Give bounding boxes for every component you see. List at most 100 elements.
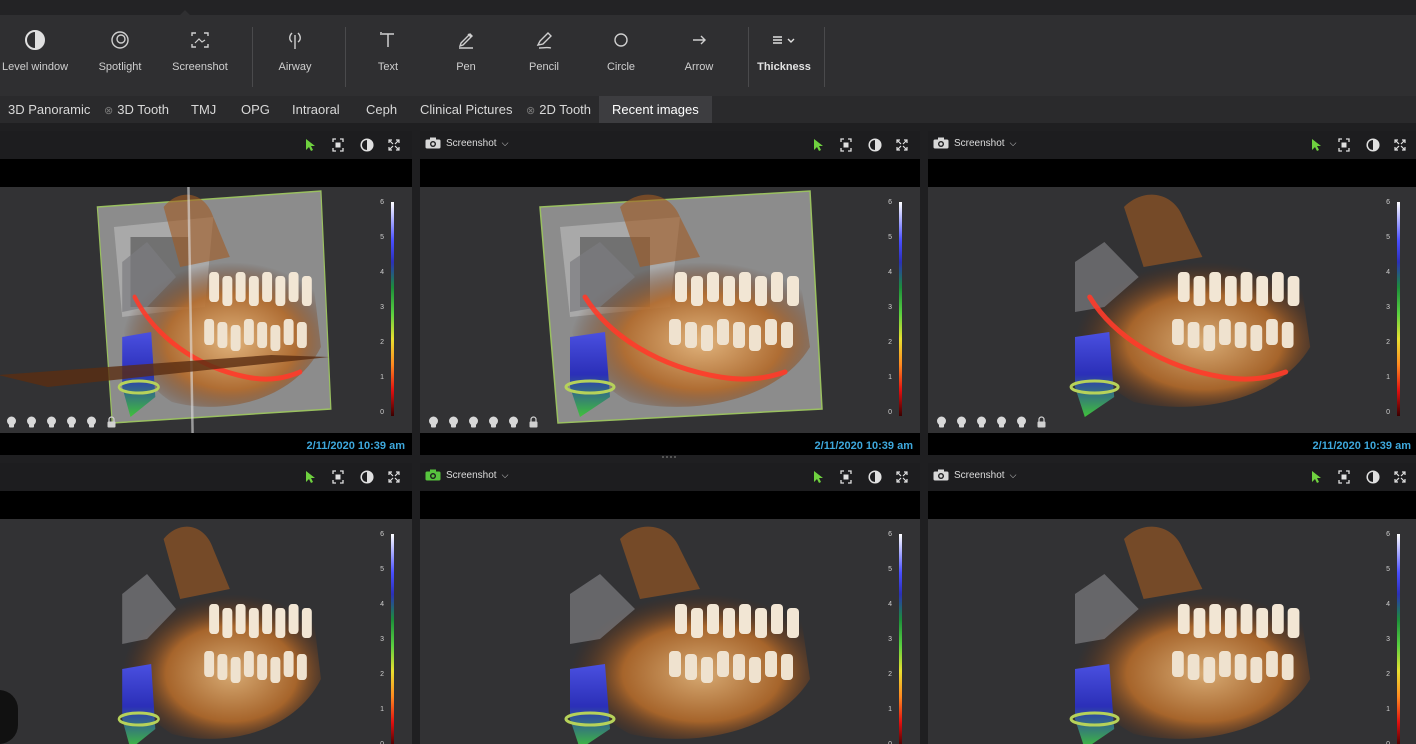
tab-2d-tooth[interactable]: ⊗ 2D Tooth [526,96,591,123]
skull-front-icon[interactable] [428,415,439,428]
screenshot-dropdown[interactable]: Screenshot ⌵ [425,137,508,149]
tab-ceph[interactable]: Ceph [366,96,397,123]
contrast-icon[interactable] [868,470,882,484]
skull-icon[interactable] [956,415,967,428]
render-scene[interactable]: 6543210 [928,519,1416,744]
spotlight-tool[interactable]: Spotlight [90,15,150,96]
viewport-panel[interactable]: Screenshot ⌵ 6 5 4 3 2 1 0 2/11/2020 10:39 am [420,131,920,455]
cursor-icon[interactable] [304,470,316,484]
thickness-icon [769,25,799,55]
skull-side-right-icon[interactable] [488,415,499,428]
fit-icon[interactable] [840,138,852,152]
cursor-icon[interactable] [304,138,316,152]
pencil-tool[interactable]: Pencil [522,15,566,96]
tab-clinical-pictures[interactable]: Clinical Pictures [420,96,512,123]
expand-icon[interactable] [896,470,908,484]
arrow-tool[interactable]: Arrow [678,15,720,96]
skull-side-icon[interactable] [468,415,479,428]
level-window-tool[interactable]: Level window [0,15,70,96]
render-scene[interactable]: 6543210 [928,187,1416,433]
fit-icon[interactable] [1338,470,1350,484]
render-scene[interactable]: 6543210 [0,519,412,744]
fit-icon[interactable] [332,138,344,152]
tab-recent-images[interactable]: Recent images [599,96,712,123]
contrast-icon[interactable] [1366,138,1380,152]
camera-icon [933,469,949,481]
tab-tmj[interactable]: TMJ [191,96,216,123]
disabled-icon: ⊗ [526,105,536,117]
camera-icon [933,137,949,149]
thickness-dropdown[interactable]: Thickness [757,15,811,96]
screenshot-tool[interactable]: Screenshot [168,15,232,96]
skull-side-right-icon[interactable] [66,415,77,428]
tab-opg[interactable]: OPG [241,96,270,123]
title-strip [0,0,1416,15]
tab-intraoral[interactable]: Intraoral [292,96,340,123]
cursor-icon[interactable] [812,138,824,152]
circle-tool[interactable]: Circle [600,15,642,96]
skull-side-icon[interactable] [976,415,987,428]
toolbar-separator [252,27,253,87]
view-presets [936,415,1047,428]
intensity-colorbar: 6543210 [884,531,902,744]
tab-3d-panoramic[interactable]: 3D Panoramic [8,96,90,123]
expand-icon[interactable] [388,470,400,484]
viewport-panel[interactable]: Screenshot ⌵ 6 5 4 3 2 1 0 2/11/2020 10:39 am [928,131,1416,455]
skull-side-icon[interactable] [46,415,57,428]
fit-icon[interactable] [332,470,344,484]
colorbar-tick: 6 [888,199,892,206]
contrast-icon[interactable] [360,138,374,152]
pen-tool[interactable]: Pen [446,15,486,96]
screenshot-dropdown[interactable]: Screenshot ⌵ [425,469,508,481]
render-scene[interactable]: 6543210 [420,187,920,433]
cursor-icon[interactable] [1310,470,1322,484]
text-tool[interactable]: Text [368,15,408,96]
contrast-icon[interactable] [360,470,374,484]
expand-icon[interactable] [388,138,400,152]
tab-label: TMJ [191,102,217,117]
viewport-panel[interactable]: Screenshot⌵ 6543210 [420,463,920,744]
panel-header: Screenshot ⌵ [420,463,920,491]
contrast-icon[interactable] [1366,470,1380,484]
skull-top-icon[interactable] [1016,415,1027,428]
splitter-grip[interactable] [662,456,676,458]
skull-front-icon[interactable] [936,415,947,428]
skull-top-icon[interactable] [86,415,97,428]
render-scene[interactable]: 6543210 [420,519,920,744]
skull-front-icon[interactable] [6,415,17,428]
tab-3d-tooth[interactable]: ⊗ 3D Tooth [104,96,169,123]
skull-side-right-icon[interactable] [996,415,1007,428]
tab-label: 3D Tooth [117,102,170,117]
expand-icon[interactable] [896,138,908,152]
airway-tool[interactable]: Airway [270,15,320,96]
skull-icon[interactable] [448,415,459,428]
screenshot-dropdown[interactable]: Screenshot ⌵ [933,137,1016,149]
viewport-panel[interactable]: 6543210 [0,463,412,744]
skull-icon[interactable] [26,415,37,428]
fit-icon[interactable] [1338,138,1350,152]
expand-icon[interactable] [1394,470,1406,484]
panel-tools [1310,470,1406,484]
intensity-colorbar: 6543210 [1382,531,1400,744]
contrast-icon[interactable] [868,138,882,152]
fit-icon[interactable] [840,470,852,484]
skull-top-icon[interactable] [508,415,519,428]
colorbar-tick: 4 [888,601,892,608]
viewport-panel[interactable]: Screenshot⌵ 6543210 [928,463,1416,744]
screenshot-dropdown[interactable]: Screenshot ⌵ [933,469,1016,481]
cursor-icon[interactable] [1310,138,1322,152]
tool-label: Pencil [529,61,559,73]
toolbar-separator [345,27,346,87]
lock-icon[interactable] [528,415,539,428]
expand-icon[interactable] [1394,138,1406,152]
view-tabs: 3D Panoramic ⊗ 3D Tooth TMJ OPG Intraoral… [0,96,1416,123]
colorbar-tick: 2 [1386,671,1390,678]
lock-icon[interactable] [106,415,117,428]
render-scene[interactable]: 6543210 [0,187,412,433]
viewport-panel[interactable]: 6 5 4 3 2 1 0 2/11/2020 10:39 am [0,131,412,455]
toolbar: Level window Spotlight Screenshot Airway [0,15,1416,96]
intensity-colorbar: 6543210 [376,199,394,419]
cursor-icon[interactable] [812,470,824,484]
colorbar-tick: 4 [380,269,384,276]
lock-icon[interactable] [1036,415,1047,428]
